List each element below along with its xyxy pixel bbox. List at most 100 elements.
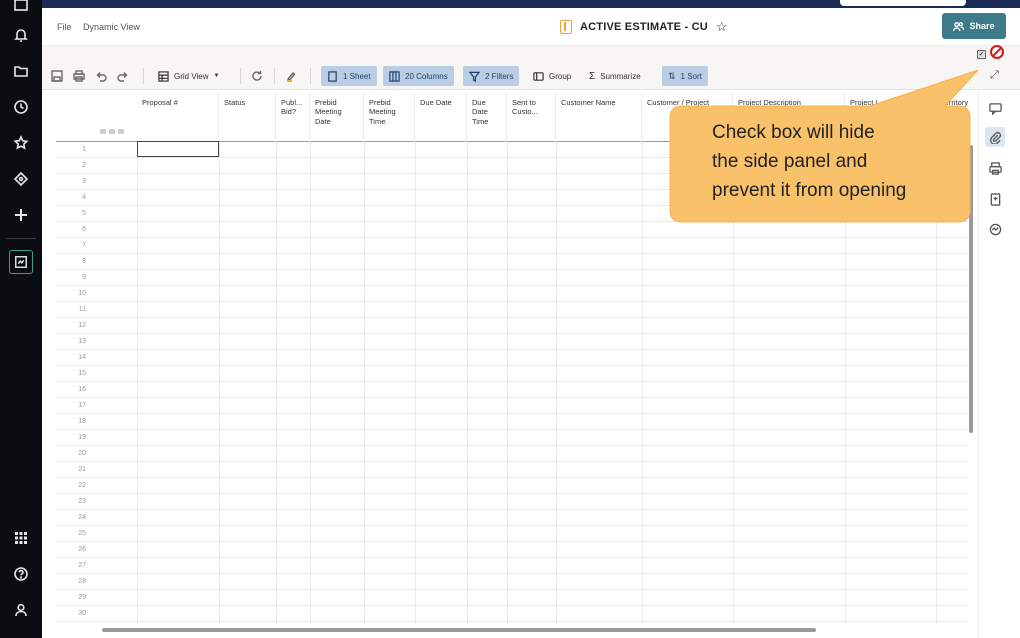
favorite-star-icon[interactable]: ☆: [716, 19, 728, 35]
columns-label: 20 Columns: [405, 71, 448, 81]
row-number: 25: [78, 530, 86, 537]
bell-icon[interactable]: [11, 25, 31, 45]
row-number: 27: [78, 562, 86, 569]
columns-button[interactable]: 20 Columns: [383, 66, 454, 86]
star-icon[interactable]: [11, 133, 31, 153]
sheet-doc-icon: [560, 20, 572, 34]
smartsheet-window: File Dynamic View ACTIVE ESTIMATE - CU ☆…: [0, 0, 1020, 638]
help-icon[interactable]: [11, 564, 31, 584]
grid-view-dropdown[interactable]: Grid View ▼: [152, 66, 225, 86]
column-divider: [467, 142, 468, 624]
column-divider: [276, 142, 277, 624]
column-header[interactable]: Prebid Meeting Date: [310, 92, 364, 142]
table-row[interactable]: 27: [56, 558, 968, 574]
clock-icon[interactable]: [11, 97, 31, 117]
table-row[interactable]: 18: [56, 414, 968, 430]
callout-text: Check box will hide the side panel and p…: [712, 118, 962, 205]
folder-icon[interactable]: [11, 61, 31, 81]
dynamic-view-menu[interactable]: Dynamic View: [83, 22, 140, 32]
table-row[interactable]: 23: [56, 494, 968, 510]
table-row[interactable]: 25: [56, 526, 968, 542]
selected-cell[interactable]: [137, 141, 219, 157]
highlight-icon[interactable]: [284, 69, 298, 83]
row-number: 2: [82, 162, 86, 169]
row-number: 1: [82, 146, 86, 153]
column-divider: [415, 142, 416, 624]
share-button[interactable]: Share: [942, 13, 1006, 39]
sheet-count-button[interactable]: 1 Sheet: [321, 66, 377, 86]
table-row[interactable]: 11: [56, 302, 968, 318]
row-number: 14: [78, 354, 86, 361]
undo-icon[interactable]: [94, 69, 108, 83]
row-number: 12: [78, 322, 86, 329]
table-row[interactable]: 28: [56, 574, 968, 590]
row-number: 8: [82, 258, 86, 265]
column-header[interactable]: Customer Name: [556, 92, 642, 142]
column-divider: [137, 142, 138, 624]
table-row[interactable]: 21: [56, 462, 968, 478]
expand-icon[interactable]: ⤢: [990, 69, 999, 82]
row-number: 4: [82, 194, 86, 201]
column-header[interactable]: Prebid Meeting Time: [364, 92, 415, 142]
diamond-icon[interactable]: [11, 169, 31, 189]
callout-line: the side panel and: [712, 151, 868, 172]
column-header[interactable]: Proposal #: [137, 92, 219, 142]
horizontal-scrollbar[interactable]: [102, 628, 816, 632]
hide-side-panel-checkbox[interactable]: ✓: [977, 50, 986, 59]
table-row[interactable]: 7: [56, 238, 968, 254]
print-icon[interactable]: [72, 69, 86, 83]
caret-down-icon: ▼: [213, 73, 220, 79]
callout-line: Check box will hide: [712, 122, 875, 143]
file-menu[interactable]: File: [57, 22, 72, 32]
row-number: 10: [78, 290, 86, 297]
table-row[interactable]: 15: [56, 366, 968, 382]
global-search-input[interactable]: [840, 0, 966, 6]
refresh-icon[interactable]: [250, 69, 264, 83]
sheet-icon[interactable]: [9, 250, 33, 274]
column-header[interactable]: Publ... Bid?: [276, 92, 310, 142]
user-icon[interactable]: [11, 600, 31, 620]
table-row[interactable]: 9: [56, 270, 968, 286]
row-number: 18: [78, 418, 86, 425]
table-row[interactable]: 12: [56, 318, 968, 334]
row-number: 3: [82, 178, 86, 185]
column-header[interactable]: Due Date Time: [467, 92, 507, 142]
summarize-button[interactable]: Σ Summarize: [583, 66, 647, 86]
table-row[interactable]: 13: [56, 334, 968, 350]
table-row[interactable]: 14: [56, 350, 968, 366]
table-row[interactable]: 24: [56, 510, 968, 526]
table-row[interactable]: 10: [56, 286, 968, 302]
table-row[interactable]: 16: [56, 382, 968, 398]
table-row[interactable]: 22: [56, 478, 968, 494]
save-icon[interactable]: [50, 69, 64, 83]
group-button[interactable]: Group: [527, 66, 577, 86]
table-row[interactable]: 17: [56, 398, 968, 414]
table-row[interactable]: 30: [56, 606, 968, 622]
grid-view-label: Grid View: [174, 71, 209, 81]
table-row[interactable]: 26: [56, 542, 968, 558]
redo-icon[interactable]: [116, 69, 130, 83]
table-row[interactable]: 29: [56, 590, 968, 606]
apps-icon[interactable]: [11, 528, 31, 548]
column-divider: [556, 142, 557, 624]
column-header[interactable]: Due Date: [415, 92, 467, 142]
column-divider: [364, 142, 365, 624]
group-label: Group: [549, 71, 572, 81]
row-number: 30: [78, 610, 86, 617]
row-number: 28: [78, 578, 86, 585]
filters-button[interactable]: 2 Filters: [463, 66, 520, 86]
column-divider: [642, 142, 643, 624]
row-number: 29: [78, 594, 86, 601]
plus-icon[interactable]: [11, 205, 31, 225]
row-number: 7: [82, 242, 86, 249]
home-icon[interactable]: [11, 0, 31, 16]
table-row[interactable]: 20: [56, 446, 968, 462]
table-row[interactable]: 8: [56, 254, 968, 270]
column-header[interactable]: Status: [219, 92, 276, 142]
column-header[interactable]: Sent to Custo...: [507, 92, 556, 142]
toolbar-divider: [240, 68, 241, 84]
row-number: 17: [78, 402, 86, 409]
table-row[interactable]: 19: [56, 430, 968, 446]
group-icon: [533, 71, 544, 81]
left-navigation-rail: [0, 0, 42, 638]
